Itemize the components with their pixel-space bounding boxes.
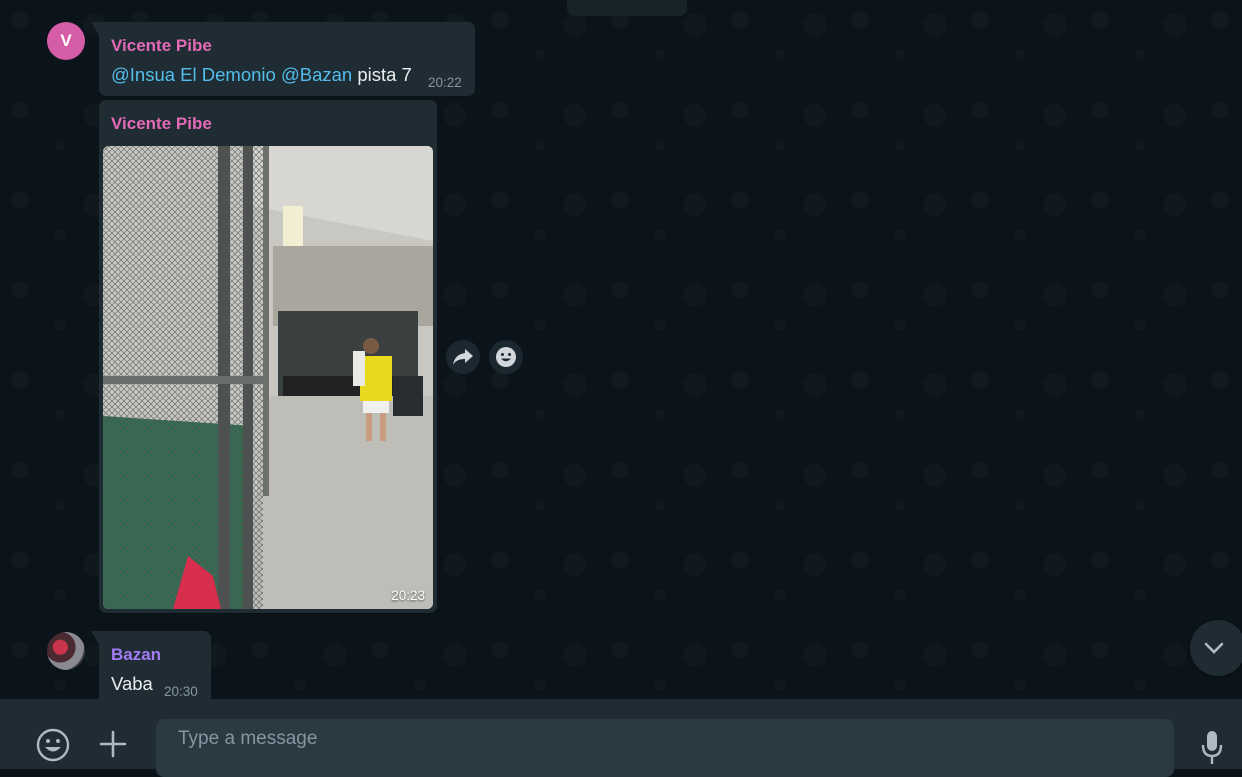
- chat-area: V Vicente Pibe @Insua El Demonio @Bazan …: [0, 0, 1242, 699]
- message-bubble[interactable]: Vicente Pibe 20:23: [99, 100, 437, 613]
- message-composer[interactable]: [156, 719, 1174, 777]
- attach-button[interactable]: [96, 727, 130, 761]
- mention-link[interactable]: @Insua El Demonio: [111, 64, 276, 85]
- avatar[interactable]: V: [47, 22, 85, 60]
- bubble-tail: [91, 22, 99, 35]
- message-text: @Insua El Demonio @Bazan pista 7: [111, 64, 412, 86]
- message-input[interactable]: [178, 719, 1138, 777]
- photo-image: [103, 146, 433, 609]
- message-time: 20:30: [164, 684, 198, 699]
- emoji-react-icon: [496, 347, 516, 367]
- emoji-button[interactable]: [34, 726, 72, 764]
- message-body: pista 7: [357, 64, 412, 85]
- avatar[interactable]: [47, 632, 85, 670]
- forward-button[interactable]: [446, 340, 480, 374]
- mention-link[interactable]: @Bazan: [281, 64, 352, 85]
- message-bubble[interactable]: Vicente Pibe @Insua El Demonio @Bazan pi…: [91, 22, 475, 96]
- message-bubble[interactable]: Bazan Vaba 20:30: [91, 631, 211, 699]
- emoji-icon: [36, 728, 70, 762]
- message-time: 20:23: [391, 588, 425, 603]
- plus-icon: [99, 730, 127, 758]
- chevron-down-icon: [1204, 642, 1224, 654]
- bubble-tail: [91, 631, 99, 644]
- composer-bar: [0, 699, 1242, 777]
- react-button[interactable]: [489, 340, 523, 374]
- message-time: 20:22: [428, 75, 462, 90]
- mic-icon: [1201, 731, 1223, 764]
- voice-record-button[interactable]: [1196, 727, 1228, 767]
- scroll-to-bottom-button[interactable]: [1190, 620, 1242, 676]
- date-chip: [567, 0, 687, 16]
- image-attachment[interactable]: 20:23: [103, 146, 433, 609]
- sender-name[interactable]: Vicente Pibe: [111, 36, 212, 56]
- forward-icon: [453, 349, 473, 365]
- message-text: Vaba: [111, 673, 153, 694]
- sender-name[interactable]: Bazan: [111, 645, 161, 665]
- sender-name[interactable]: Vicente Pibe: [111, 114, 212, 134]
